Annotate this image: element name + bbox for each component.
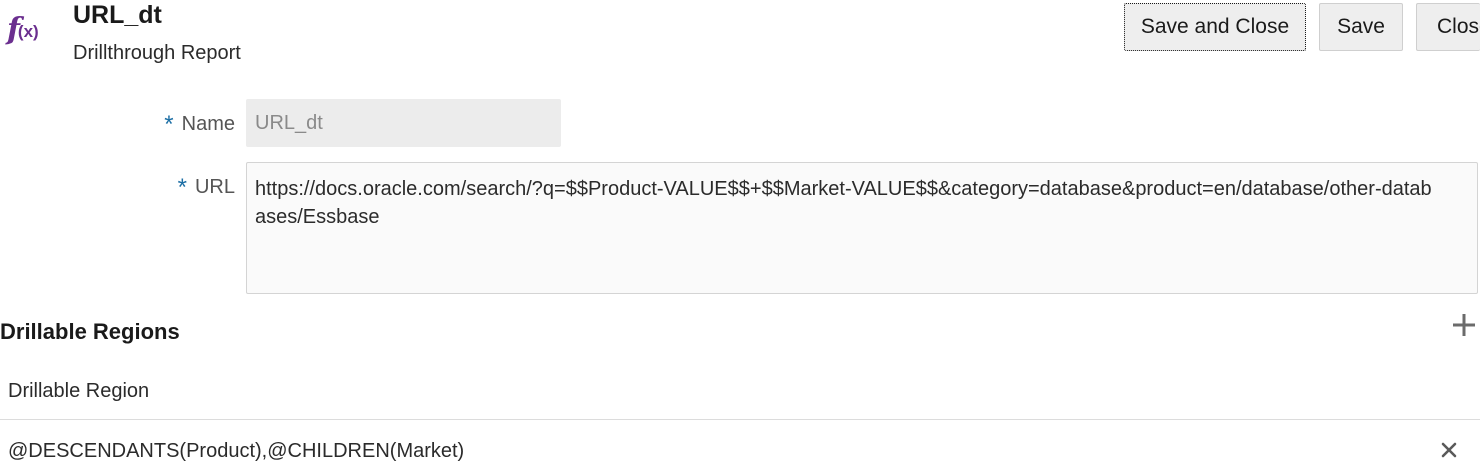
required-marker: * [164,111,174,138]
name-label: * Name [164,110,235,138]
save-button[interactable]: Save [1319,3,1403,51]
page-subtitle: Drillthrough Report [73,42,241,64]
url-field[interactable]: https://docs.oracle.com/search/?q=$$Prod… [246,162,1478,294]
table-row[interactable]: @DESCENDANTS(Product),@CHILDREN(Market) [0,420,1480,472]
name-label-text: Name [181,113,235,135]
drillable-region-value[interactable]: @DESCENDANTS(Product),@CHILDREN(Market) [8,438,464,464]
plus-icon[interactable] [1451,312,1477,338]
required-marker: * [177,174,187,201]
drillable-regions-heading: Drillable Regions [0,319,180,344]
drillable-region-column-header: Drillable Region [8,380,150,402]
url-label-text: URL [194,176,235,198]
fx-icon: f(x) [7,12,39,47]
save-and-close-button[interactable]: Save and Close [1124,3,1306,51]
close-button[interactable]: Close [1416,3,1480,51]
url-label: * URL [177,173,235,201]
close-icon[interactable] [1439,440,1459,460]
name-field[interactable]: URL_dt [246,99,561,147]
page-title: URL_dt [73,1,162,29]
